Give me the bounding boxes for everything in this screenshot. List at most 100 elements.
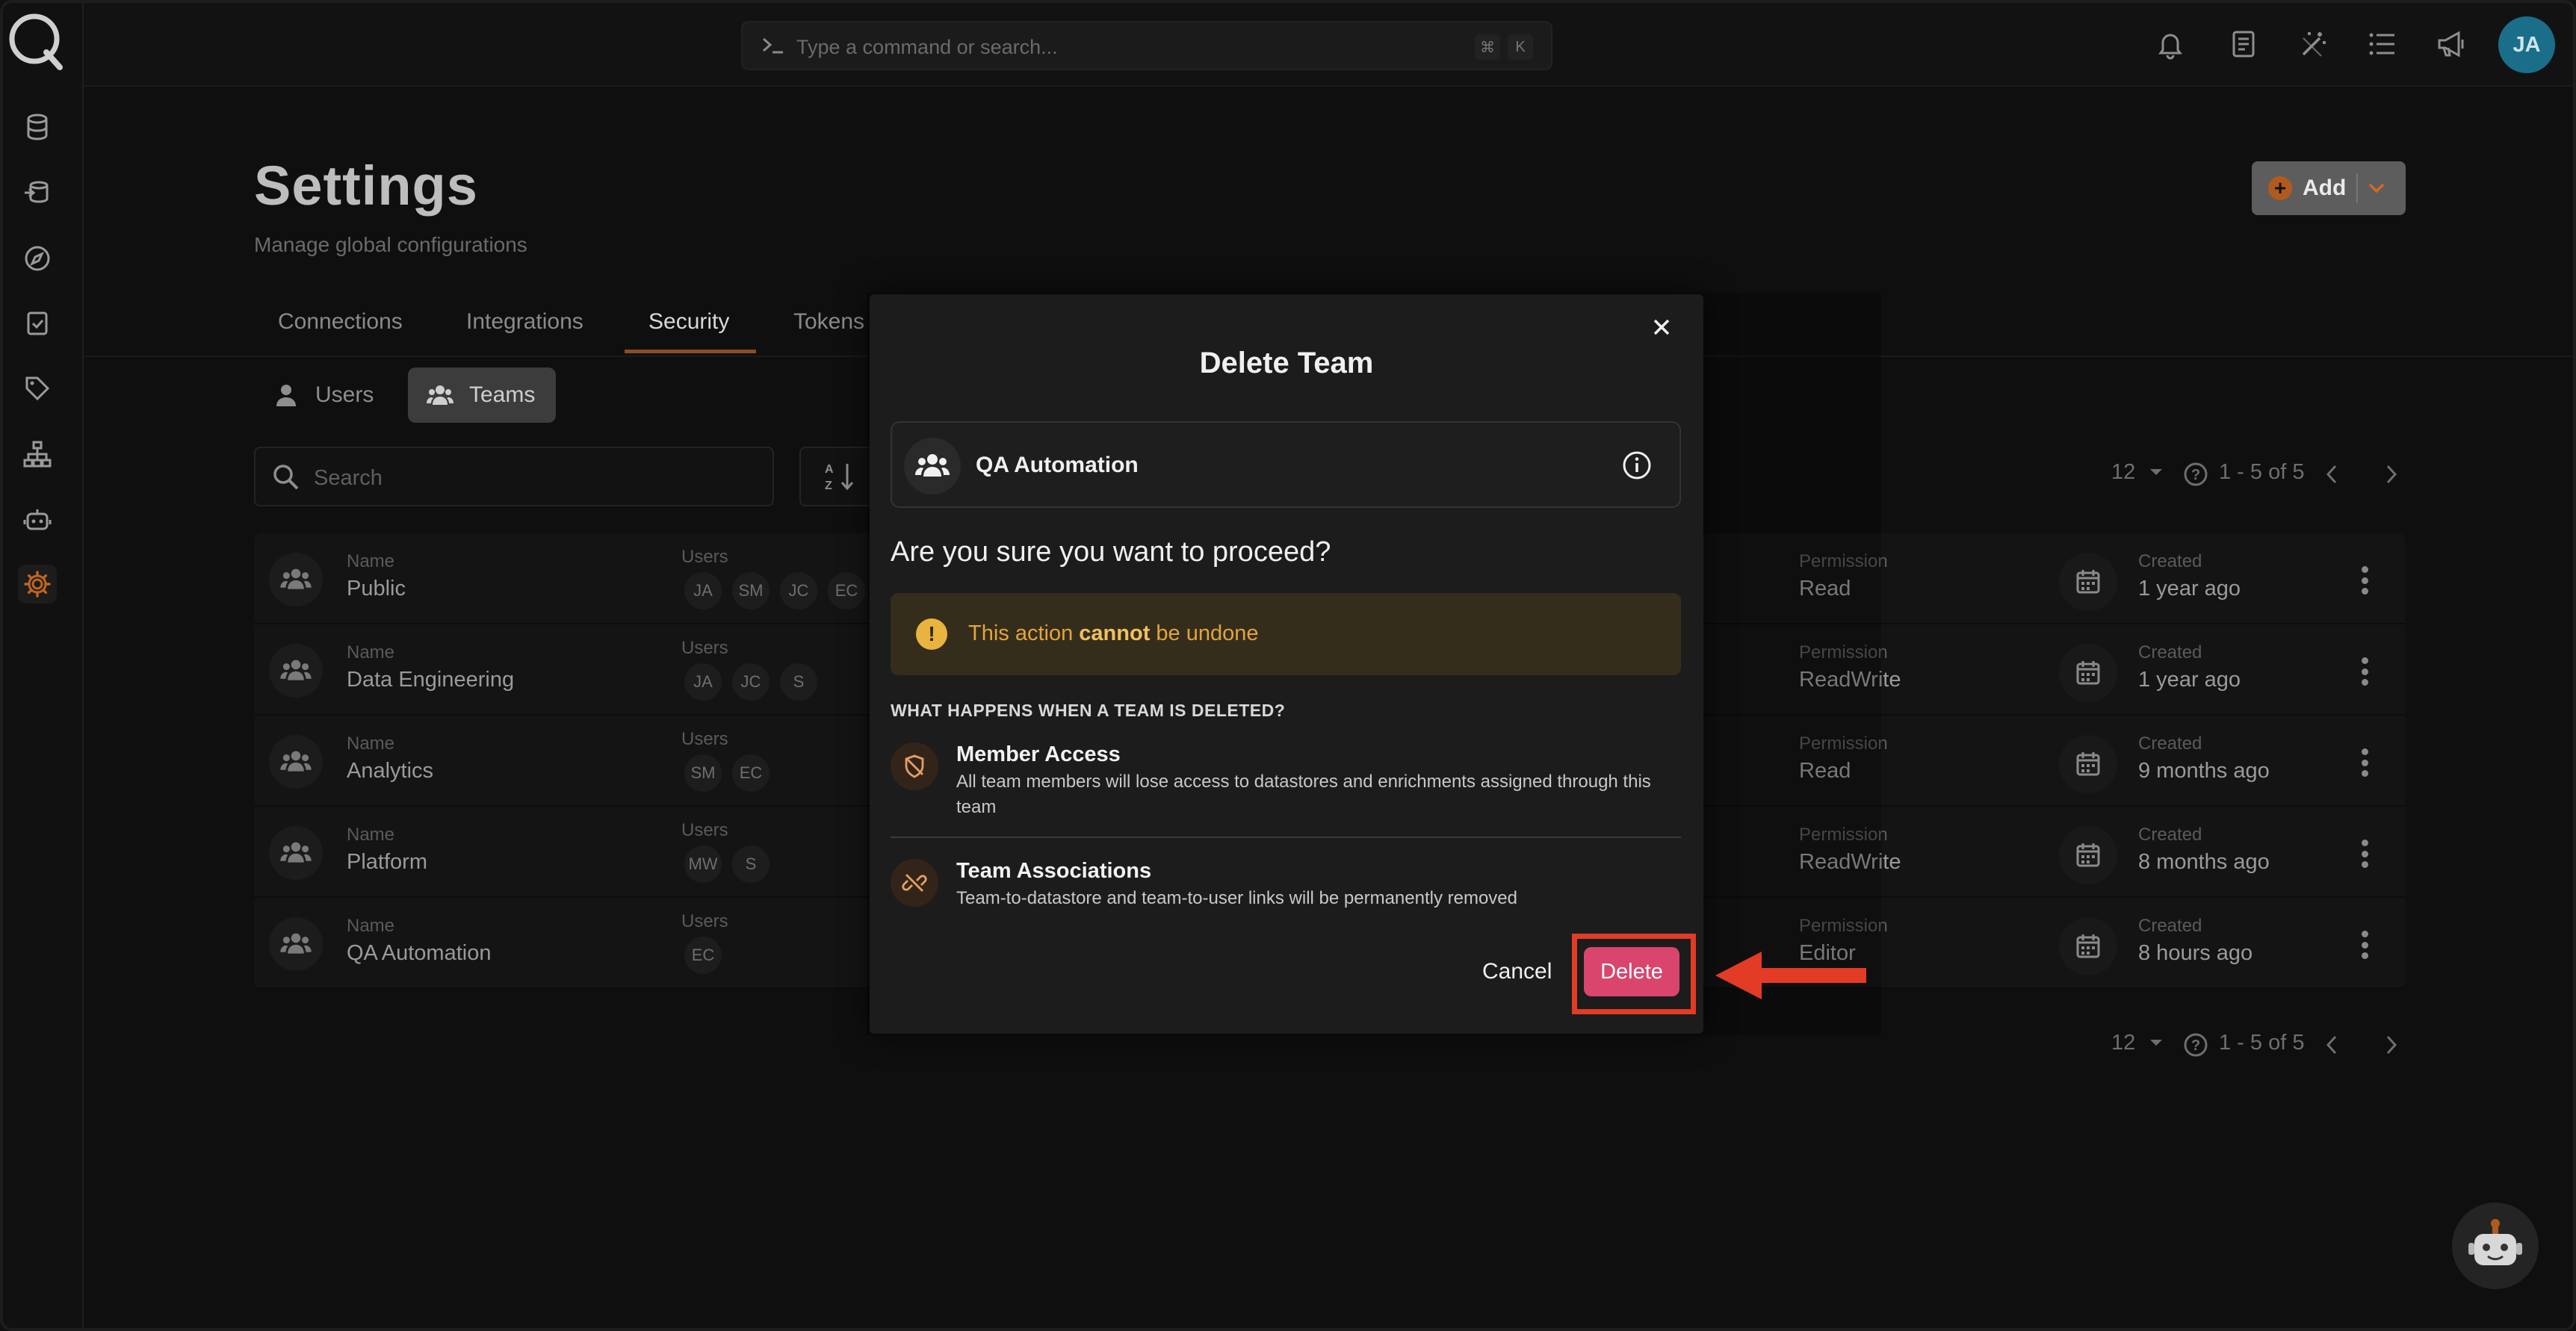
team-name: Analytics (347, 759, 434, 783)
settings-gear-icon[interactable] (18, 565, 57, 604)
subtab-users-label: Users (315, 382, 374, 407)
shield-off-icon (891, 742, 938, 790)
more-options-icon[interactable] (2353, 562, 2376, 599)
modal-title: Delete Team (1199, 347, 1374, 379)
more-options-icon[interactable] (2353, 926, 2376, 964)
consequence-description: All team members will lose access to dat… (956, 772, 1651, 817)
tab-security[interactable]: Security (648, 309, 729, 335)
users-label: Users (681, 911, 728, 931)
search-icon (273, 465, 299, 490)
tab-connections[interactable]: Connections (278, 309, 403, 335)
compass-icon[interactable] (18, 239, 57, 278)
svg-text:A: A (825, 463, 834, 476)
hierarchy-icon[interactable] (18, 435, 57, 474)
svg-text:?: ? (2191, 1037, 2200, 1054)
team-icon (427, 385, 453, 405)
prev-page-icon[interactable] (2323, 1034, 2340, 1056)
sidebar (0, 0, 84, 1331)
users-label: Users (681, 547, 728, 567)
team-icon (269, 826, 323, 880)
page-size-value[interactable]: 12 (2111, 460, 2135, 485)
more-options-icon[interactable] (2353, 835, 2376, 872)
team-icon (269, 644, 323, 698)
info-icon[interactable] (1621, 450, 1653, 481)
consequence-heading: Team Associations (956, 859, 1152, 883)
user-chip: EC (684, 937, 722, 974)
page-size-caret-icon[interactable] (2149, 1038, 2164, 1047)
tab-tokens[interactable]: Tokens (793, 309, 864, 335)
shortcut-mod-key: ⌘ (1475, 34, 1500, 60)
page-size-value[interactable]: 12 (2111, 1031, 2135, 1055)
page-range: 1 - 5 of 5 (2219, 460, 2305, 484)
command-search-bar[interactable]: Type a command or search... ⌘ K (741, 21, 1552, 70)
user-chip: JC (780, 572, 817, 609)
created-value: 1 year ago (2138, 668, 2241, 692)
name-label: Name (347, 825, 395, 845)
app-window: Type a command or search... ⌘ K JA Setti… (0, 0, 2576, 1331)
more-options-icon[interactable] (2353, 653, 2376, 690)
next-page-icon[interactable] (2383, 1034, 2400, 1056)
calendar-icon (2059, 553, 2117, 611)
tab-integrations[interactable]: Integrations (466, 309, 583, 335)
checks-icon[interactable] (18, 303, 57, 342)
subtab-users[interactable]: Users (254, 367, 391, 423)
created-label: Created (2138, 916, 2202, 936)
announcements-megaphone-icon[interactable] (2433, 25, 2470, 63)
magic-wand-icon[interactable] (2295, 25, 2332, 63)
confirm-question: Are you sure you want to proceed? (891, 536, 1331, 568)
name-label: Name (347, 733, 395, 754)
page-range: 1 - 5 of 5 (2219, 1031, 2305, 1055)
shortcut-k-key: K (1508, 34, 1533, 60)
team-name: QA Automation (347, 941, 492, 965)
name-label: Name (347, 916, 395, 936)
created-label: Created (2138, 733, 2202, 754)
page-subtitle: Manage global configurations (254, 233, 527, 256)
team-search-input[interactable]: Search (254, 447, 774, 506)
delete-team-modal: Delete Team QA Automation Are you sure y… (870, 294, 1703, 1034)
warning-icon: ! (916, 618, 947, 650)
svg-text:Z: Z (825, 480, 832, 492)
warning-text: This action cannot be undone (968, 621, 1259, 645)
assistant-bot-icon[interactable] (2452, 1203, 2539, 1289)
team-icon (269, 917, 323, 971)
user-chip: JC (732, 663, 770, 701)
tag-icon[interactable] (18, 369, 57, 408)
agent-icon[interactable] (18, 500, 57, 539)
user-chip: JA (684, 572, 722, 609)
user-chip: S (780, 663, 817, 701)
user-chip: S (732, 846, 770, 883)
more-options-icon[interactable] (2353, 744, 2376, 781)
add-button-label: Add (2303, 176, 2347, 200)
consequence-heading: Member Access (956, 742, 1121, 766)
help-icon[interactable]: ? (2183, 1032, 2208, 1058)
top-bar: Type a command or search... ⌘ K (84, 0, 2576, 87)
cancel-button[interactable]: Cancel (1482, 959, 1552, 984)
consequence-description: Team-to-datastore and team-to-user links… (956, 888, 1517, 908)
prev-page-icon[interactable] (2323, 463, 2340, 485)
calendar-icon (2059, 735, 2117, 793)
datastore-icon[interactable] (18, 108, 57, 146)
add-button[interactable]: + Add (2252, 161, 2406, 215)
next-page-icon[interactable] (2383, 463, 2400, 485)
subtab-teams[interactable]: Teams (408, 367, 556, 423)
enrichment-icon[interactable] (18, 173, 57, 212)
docs-icon[interactable] (2225, 25, 2262, 63)
page-size-caret-icon[interactable] (2149, 468, 2164, 477)
notifications-bell-icon[interactable] (2152, 25, 2189, 63)
team-name: QA Automation (976, 453, 1139, 477)
app-logo-icon[interactable] (7, 10, 64, 70)
subtab-teams-label: Teams (469, 382, 536, 407)
users-label: Users (681, 638, 728, 658)
help-icon[interactable]: ? (2183, 462, 2208, 487)
list-icon[interactable] (2364, 25, 2401, 63)
user-chip: EC (828, 572, 865, 609)
name-label: Name (347, 551, 395, 571)
user-chip: JA (684, 663, 722, 701)
svg-text:?: ? (2191, 467, 2200, 483)
user-icon (276, 385, 296, 406)
created-value: 8 hours ago (2138, 941, 2253, 965)
link-off-icon (891, 859, 938, 907)
user-avatar[interactable]: JA (2498, 16, 2555, 73)
close-icon[interactable] (1647, 312, 1676, 342)
chevron-down-icon (2369, 183, 2385, 193)
